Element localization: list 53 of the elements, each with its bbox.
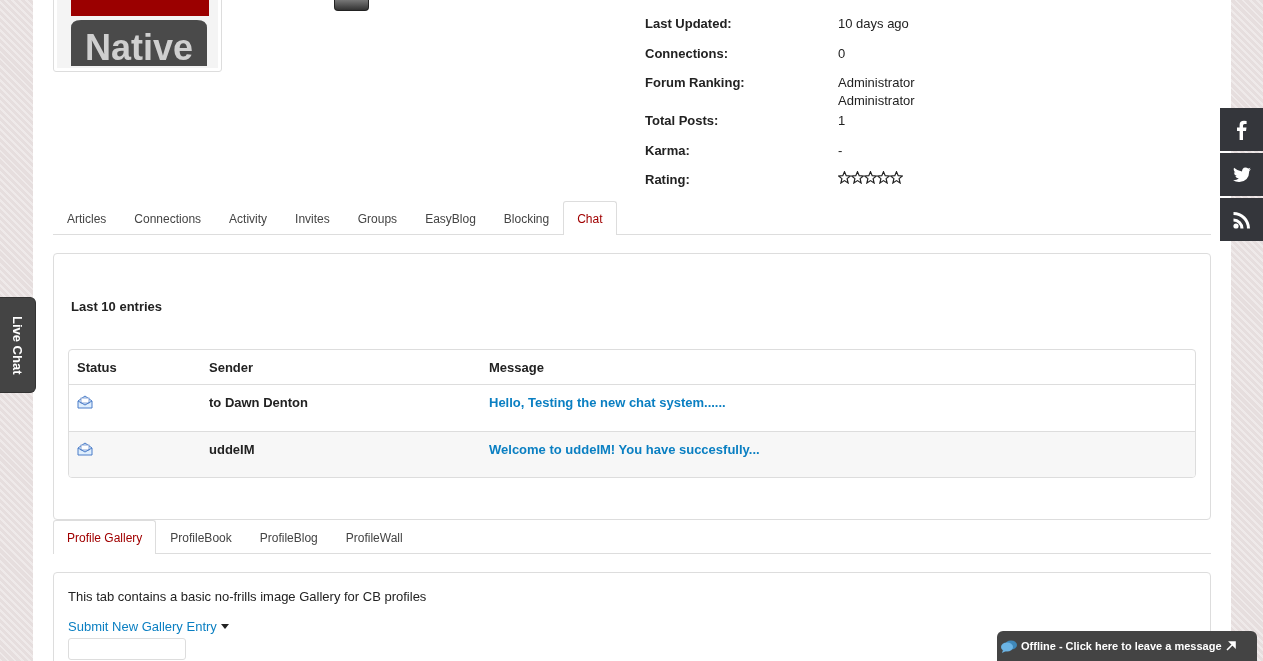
field-value: - xyxy=(838,141,844,160)
rss-icon xyxy=(1231,209,1252,230)
star-icon xyxy=(890,171,903,185)
tab[interactable]: ProfileBook xyxy=(156,520,246,554)
column-header: Message xyxy=(489,359,545,375)
field-value: 10 days ago xyxy=(838,15,910,33)
message-link[interactable]: Hello, Testing the new chat system...... xyxy=(489,395,726,410)
field-label: Karma: xyxy=(645,141,691,160)
tab[interactable]: ProfileWall xyxy=(331,520,417,554)
column-header: Sender xyxy=(209,359,255,375)
status-icon xyxy=(334,0,369,11)
bird-icon xyxy=(1231,164,1252,185)
column-header: Status xyxy=(77,359,118,375)
social-button[interactable] xyxy=(1220,153,1263,196)
sender-cell-text: uddeIM xyxy=(209,442,256,459)
tab[interactable]: Articles xyxy=(53,201,121,235)
field-label: Total Posts: xyxy=(645,112,720,130)
tab[interactable]: Connections xyxy=(120,201,216,235)
field-value: 0 xyxy=(838,44,847,63)
star-icon xyxy=(864,171,877,185)
field-value: 1 xyxy=(838,112,847,130)
tab[interactable]: ProfileBlog xyxy=(245,520,332,554)
star-icon xyxy=(851,171,864,185)
field-value: Administrator xyxy=(838,74,916,93)
live-chat-tab[interactable]: Live Chat xyxy=(0,297,36,393)
offline-message-bar[interactable]: Offline - Click here to leave a message xyxy=(997,631,1257,661)
arrow-icon xyxy=(1225,641,1236,651)
tab[interactable]: Activity xyxy=(215,201,282,235)
tab[interactable]: Profile Gallery xyxy=(53,520,157,554)
caret-icon xyxy=(220,624,229,629)
submit-link[interactable]: Submit New Gallery Entry xyxy=(68,619,229,634)
logo: Native xyxy=(53,0,222,72)
chat-bubbles-icon xyxy=(1001,639,1017,653)
section-heading: Last 10 entries xyxy=(71,299,164,315)
envelope-icon xyxy=(77,395,93,409)
field-label: Forum Ranking: xyxy=(645,74,746,93)
star-icon xyxy=(877,171,890,185)
tab[interactable]: Groups xyxy=(343,201,412,235)
star-icon xyxy=(838,171,851,185)
field-value: Administrator xyxy=(838,92,916,111)
social-button[interactable] xyxy=(1220,198,1263,241)
message-link[interactable]: Welcome to uddeIM! You have succesfully... xyxy=(489,442,760,457)
description-text: This tab contains a basic no-frills image Gallery for CB profiles xyxy=(68,589,428,605)
field-label: Rating: xyxy=(645,171,691,190)
field-label: Last Updated: xyxy=(645,15,733,33)
envelope-icon xyxy=(77,442,93,456)
tab[interactable]: Blocking xyxy=(489,201,564,235)
tab[interactable]: Invites xyxy=(281,201,344,235)
tab[interactable]: EasyBlog xyxy=(411,201,490,235)
social-button[interactable] xyxy=(1220,108,1263,151)
sender-cell-text: to Dawn Denton xyxy=(209,395,309,412)
field-label: Connections: xyxy=(645,44,730,63)
tab[interactable]: Chat xyxy=(563,201,617,235)
